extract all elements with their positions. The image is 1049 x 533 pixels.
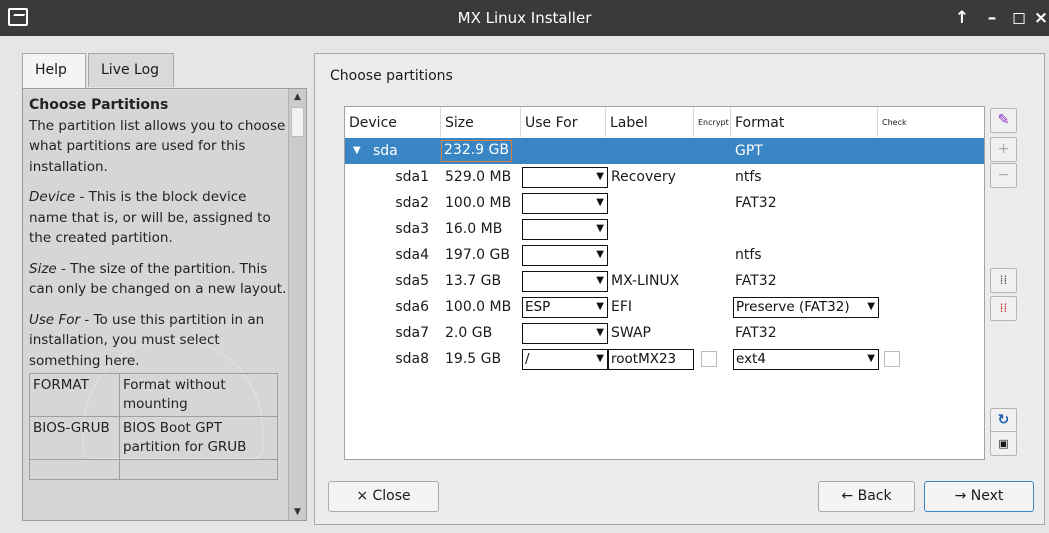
table-row[interactable]: sda8 19.5 GB / ▼ rootMX23 ext4 ▼ (345, 346, 984, 372)
use-for-select[interactable]: ESP ▼ (522, 297, 608, 318)
col-format[interactable]: Format (731, 107, 878, 137)
dropdown-arrow-icon: ▼ (596, 223, 604, 234)
label-input[interactable]: rootMX23 (608, 349, 694, 370)
dropdown-arrow-icon: ▼ (596, 249, 604, 260)
remove-partition-icon[interactable]: − (990, 163, 1017, 188)
use-for-select[interactable]: ▼ (522, 245, 608, 266)
help-device: Device - This is the block device name t… (29, 189, 271, 246)
table-row: FORMAT Format without mounting (29, 373, 278, 417)
table-row[interactable]: sda1 529.0 MB ▼ Recovery ntfs (345, 164, 984, 190)
use-for-select[interactable]: ▼ (522, 323, 608, 344)
tab-help[interactable]: Help (22, 53, 86, 89)
table-row: BIOS-GRUB BIOS Boot GPT partition for GR… (29, 416, 278, 460)
encrypt-checkbox[interactable] (701, 351, 717, 367)
window-title: MX Linux Installer (457, 9, 592, 27)
use-for-select[interactable]: ▼ (522, 271, 608, 292)
table-row[interactable]: sda5 13.7 GB ▼ MX-LINUX FAT32 (345, 268, 984, 294)
title-bar: MX Linux Installer ↑ – ◻ × (0, 0, 1049, 36)
use-for-select[interactable]: ▼ (522, 219, 608, 240)
table-row[interactable]: sda7 2.0 GB ▼ SWAP FAT32 (345, 320, 984, 346)
partition-table[interactable]: Device Size Use For Label Encrypt Format… (344, 106, 985, 460)
col-use-for[interactable]: Use For (521, 107, 606, 137)
next-button[interactable]: → Next (924, 481, 1034, 512)
table-row[interactable]: sda2 100.0 MB ▼ FAT32 (345, 190, 984, 216)
dropdown-arrow-icon: ▼ (596, 353, 604, 364)
scroll-up-icon[interactable]: ▲ (289, 90, 306, 104)
table-row-disk[interactable]: ▼ sda 232.9 GB GPT (345, 138, 984, 164)
use-for-table: FORMAT Format without mounting BIOS-GRUB… (29, 373, 278, 480)
add-partition-icon[interactable]: + (990, 137, 1017, 162)
edit-brush-icon[interactable]: ✎ (990, 108, 1017, 133)
col-check[interactable]: Check (878, 107, 984, 137)
help-intro: The partition list allows you to choose … (29, 117, 286, 175)
minimize-icon[interactable]: – (981, 0, 1003, 36)
scroll-thumb[interactable] (291, 107, 304, 137)
section-title: Choose partitions (330, 68, 453, 84)
table-row[interactable]: sda4 197.0 GB ▼ ntfs (345, 242, 984, 268)
unlock-grid-icon[interactable]: ⁞⁞ (990, 268, 1017, 293)
expand-arrow-icon[interactable]: ▼ (353, 138, 361, 164)
dropdown-arrow-icon: ▼ (596, 301, 604, 312)
dropdown-arrow-icon: ▼ (596, 275, 604, 286)
table-row (29, 459, 278, 480)
col-label[interactable]: Label (606, 107, 694, 137)
partition-manager-icon[interactable]: ▣ (990, 431, 1017, 456)
help-use-for: Use For - To use this partition in an in… (29, 311, 265, 369)
dropdown-arrow-icon: ▼ (867, 353, 875, 364)
format-select[interactable]: ext4 ▼ (733, 349, 879, 370)
dropdown-arrow-icon: ▼ (596, 327, 604, 338)
col-device[interactable]: Device (345, 107, 441, 137)
dropdown-arrow-icon: ▼ (596, 197, 604, 208)
scroll-down-icon[interactable]: ▼ (289, 505, 306, 519)
table-row[interactable]: sda3 16.0 MB ▼ (345, 216, 984, 242)
use-for-select[interactable]: ▼ (522, 167, 608, 188)
col-encrypt[interactable]: Encrypt (694, 107, 731, 137)
dropdown-arrow-icon: ▼ (596, 171, 604, 182)
reload-icon[interactable]: ↻ (990, 408, 1017, 433)
format-select[interactable]: Preserve (FAT32) ▼ (733, 297, 879, 318)
close-window-icon[interactable]: × (1030, 0, 1049, 36)
col-size[interactable]: Size (441, 107, 521, 137)
help-pane[interactable]: Choose Partitions The partition list all… (22, 88, 307, 521)
maximize-icon[interactable]: ◻ (1008, 0, 1030, 36)
dropdown-arrow-icon: ▼ (867, 301, 875, 312)
tab-live-log[interactable]: Live Log (88, 53, 174, 87)
table-row[interactable]: sda6 100.0 MB ESP ▼ EFI Preserve (FAT32) ▼ (345, 294, 984, 320)
back-button[interactable]: ← Back (818, 481, 915, 512)
use-for-select[interactable]: / ▼ (522, 349, 608, 370)
help-heading: Choose Partitions (29, 97, 169, 113)
help-scrollbar[interactable]: ▲ ▼ (288, 89, 306, 520)
keep-above-icon[interactable]: ↑ (951, 0, 973, 36)
use-for-select[interactable]: ▼ (522, 193, 608, 214)
help-text: Choose Partitions The partition list all… (29, 95, 287, 480)
check-checkbox[interactable] (884, 351, 900, 367)
help-size: Size - The size of the partition. This c… (29, 260, 287, 298)
crypto-grid-icon[interactable]: ⁞⁞ (990, 296, 1017, 321)
close-button[interactable]: × Close (328, 481, 439, 512)
